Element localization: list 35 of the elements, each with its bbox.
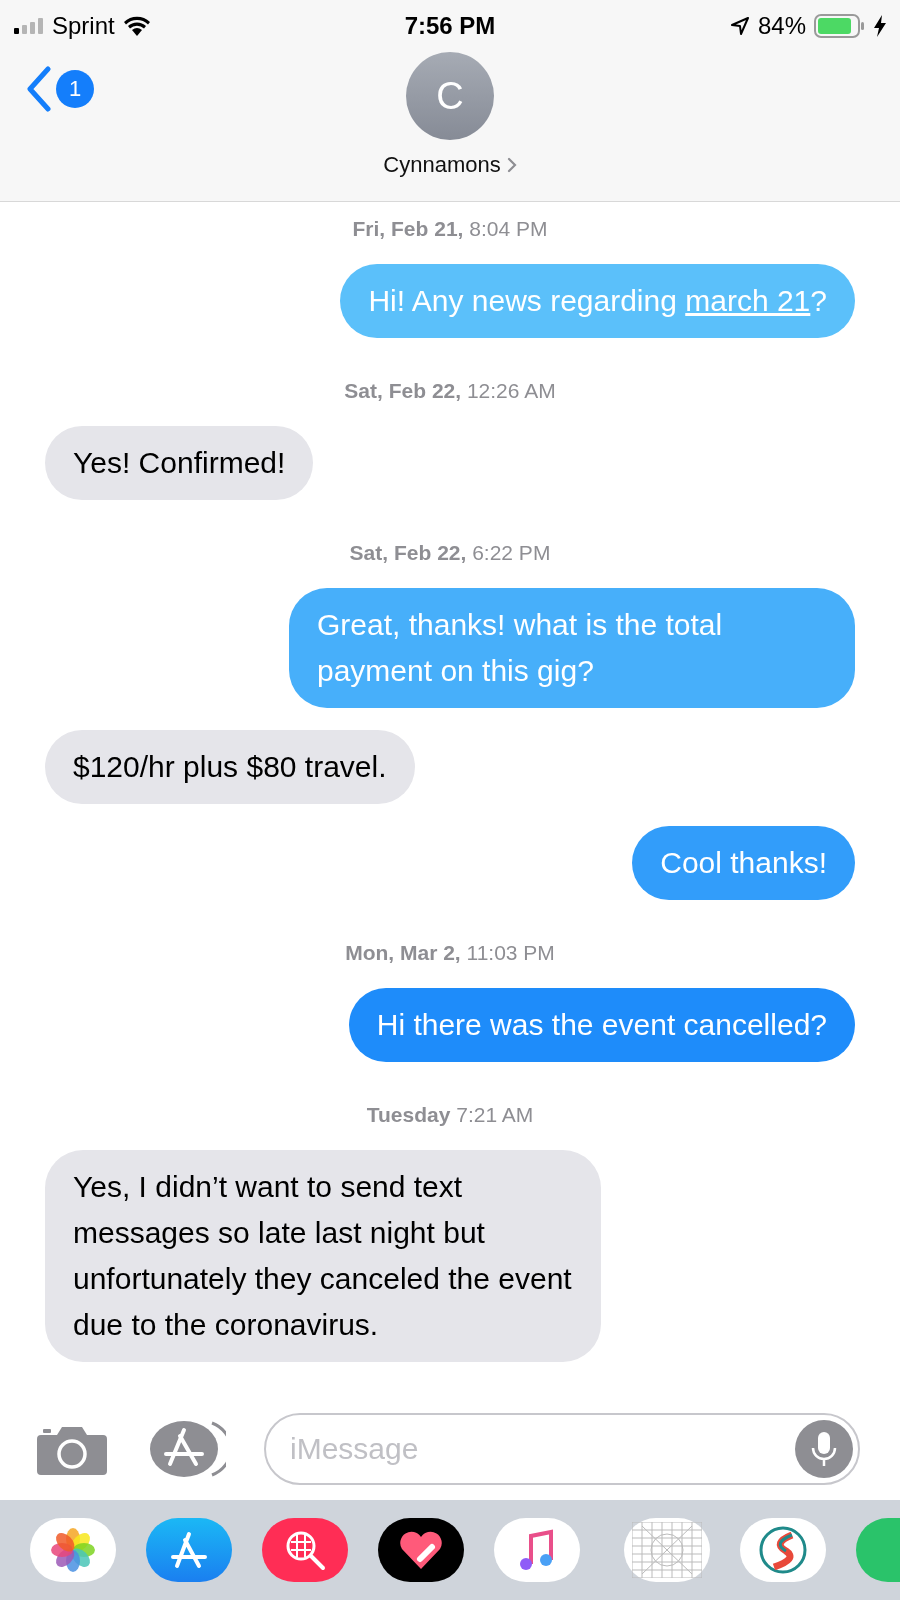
message-timestamp: Sat, Feb 22, 12:26 AM bbox=[343, 378, 557, 404]
app-store-icon bbox=[169, 1530, 209, 1570]
message-timestamp: Fri, Feb 21, 8:04 PM bbox=[351, 216, 549, 242]
contact-name[interactable]: Cynnamons bbox=[383, 152, 501, 178]
grid-icon bbox=[632, 1522, 702, 1578]
battery-icon bbox=[814, 14, 866, 38]
message-text: Great, thanks! what is the total payment on this gig? bbox=[317, 607, 724, 689]
message-text: Yes! Confirmed! bbox=[73, 445, 286, 481]
message-text: $120/hr plus $80 travel. bbox=[73, 749, 387, 785]
chevron-right-icon bbox=[506, 157, 517, 173]
carrier-name: Sprint bbox=[52, 12, 115, 40]
message-text: Cool thanks! bbox=[660, 845, 827, 881]
flower-icon bbox=[49, 1526, 97, 1574]
message-timestamp: Sat, Feb 22, 6:22 PM bbox=[348, 540, 552, 566]
heart-icon bbox=[398, 1529, 444, 1571]
message-timestamp: Mon, Mar 2, 11:03 PM bbox=[344, 940, 556, 966]
unread-badge: 1 bbox=[56, 70, 94, 108]
status-time: 7:56 PM bbox=[404, 12, 496, 40]
message-text: Hi! Any news regarding march 21? bbox=[368, 283, 827, 319]
road-logo-icon bbox=[758, 1525, 808, 1575]
back-button[interactable]: 1 bbox=[26, 66, 94, 112]
message-timestamp: Tuesday 7:21 AM bbox=[365, 1102, 535, 1128]
charging-bolt-icon bbox=[874, 15, 886, 37]
message-text: Yes, I didn’t want to send text messages so late last night but unfortunately they canceled the event due to the coronavirus. bbox=[73, 1169, 573, 1343]
contact-avatar[interactable]: C bbox=[406, 52, 494, 140]
wifi-icon bbox=[122, 16, 151, 36]
microphone-icon[interactable] bbox=[795, 1420, 853, 1478]
battery-percent: 84% bbox=[757, 12, 806, 40]
signal-icon bbox=[14, 18, 44, 34]
message-input-field[interactable]: iMessage bbox=[264, 1413, 860, 1485]
location-arrow-icon bbox=[729, 16, 750, 36]
app-store-icon[interactable] bbox=[150, 1420, 226, 1478]
date-link[interactable]: march 21 bbox=[685, 284, 811, 317]
message-text: Hi there was the event cancelled? bbox=[376, 1007, 827, 1043]
back-chevron-icon bbox=[26, 66, 52, 112]
